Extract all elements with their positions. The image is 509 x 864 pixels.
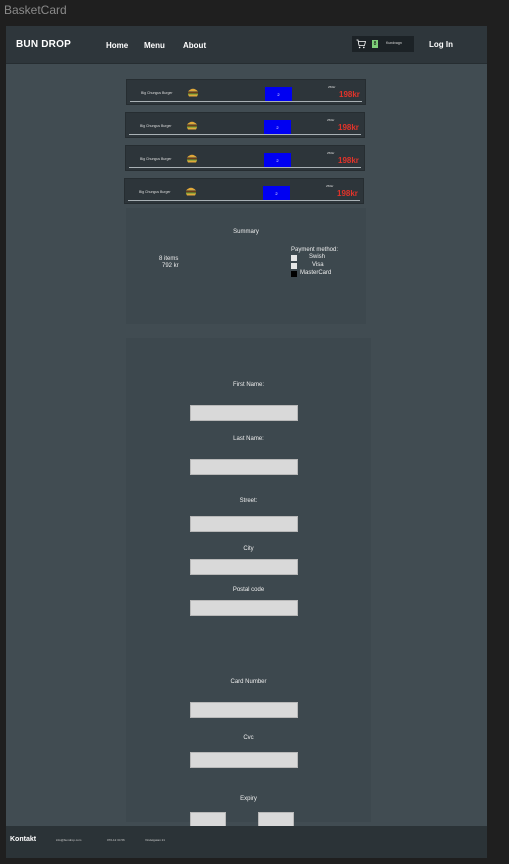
- footer-phone: 070-12 34 56: [107, 838, 125, 842]
- summary-panel: Summary 8 items 792 kr Payment method: S…: [126, 208, 366, 324]
- footer-address: Vindelgatan 21: [145, 838, 165, 842]
- payment-method-title: Payment method:: [291, 247, 339, 253]
- visa-checkbox[interactable]: [291, 263, 297, 269]
- basket-item: Big Chungus Burger 2 250kr 198kr: [125, 112, 365, 138]
- cvc-label: Cvc: [243, 735, 254, 741]
- card-number-input[interactable]: [190, 702, 298, 718]
- swish-label: Swish: [309, 254, 326, 260]
- app-window: BUN DROP Home Menu About 8 Kundvagn Log …: [6, 26, 487, 858]
- burger-icon: [187, 121, 197, 130]
- navbar: BUN DROP Home Menu About 8 Kundvagn Log …: [6, 26, 487, 64]
- expiry-label: Expiry: [240, 796, 257, 802]
- item-divider: [129, 134, 361, 135]
- item-divider: [128, 200, 360, 201]
- footer-title: Kontakt: [10, 836, 37, 843]
- swish-checkbox[interactable]: [291, 255, 297, 261]
- summary-title: Summary: [233, 229, 259, 235]
- visa-label: Visa: [312, 262, 324, 268]
- footer: Kontakt info@bundrop.com 070-12 34 56 Vi…: [6, 826, 487, 858]
- postal-code-label: Postal code: [232, 587, 265, 593]
- footer-email[interactable]: info@bundrop.com: [56, 838, 81, 842]
- item-unit-price: 250kr: [327, 118, 335, 122]
- postal-code-input[interactable]: [190, 600, 298, 616]
- summary-item-count: 8 items: [159, 256, 179, 262]
- basket-item: Big Chungus Burger 2 250kr 198kr: [125, 145, 365, 171]
- item-name: Big Chungus Burger: [140, 157, 172, 161]
- login-link[interactable]: Log In: [429, 40, 453, 49]
- quantity-input[interactable]: 2: [264, 153, 291, 168]
- burger-icon: [188, 88, 198, 97]
- quantity-input[interactable]: 2: [263, 186, 290, 201]
- mastercard-label: MasterCard: [300, 270, 332, 276]
- last-name-label: Last Name:: [233, 436, 264, 442]
- mastercard-checkbox[interactable]: [291, 271, 297, 277]
- street-label: Street:: [239, 498, 258, 504]
- nav-about-link[interactable]: About: [183, 41, 206, 50]
- checkout-form: First Name: Last Name: Street: City Post…: [126, 338, 371, 829]
- burger-icon: [186, 187, 196, 196]
- nav-home-link[interactable]: Home: [106, 41, 128, 50]
- item-unit-price: 250kr: [326, 184, 334, 188]
- frame-title: BasketCard: [4, 3, 67, 17]
- street-input[interactable]: [190, 516, 298, 532]
- item-price: 198kr: [337, 189, 358, 198]
- item-price: 198kr: [338, 123, 359, 132]
- quantity-input[interactable]: 2: [265, 87, 292, 102]
- city-label: City: [243, 546, 254, 552]
- item-price: 198kr: [339, 90, 360, 99]
- summary-total: 792 kr: [162, 263, 179, 269]
- card-number-label: Card Number: [230, 679, 267, 685]
- cart-count-badge: 8: [372, 40, 378, 48]
- basket-item: Big Chungus Burger 2 250kr 198kr: [124, 178, 364, 204]
- item-name: Big Chungus Burger: [140, 124, 172, 128]
- city-input[interactable]: [190, 559, 298, 575]
- item-price: 198kr: [338, 156, 359, 165]
- last-name-input[interactable]: [190, 459, 298, 475]
- item-unit-price: 250kr: [327, 151, 335, 155]
- cart-button[interactable]: 8 Kundvagn: [352, 36, 414, 52]
- cart-icon: [356, 39, 366, 49]
- nav-menu-link[interactable]: Menu: [144, 41, 165, 50]
- basket-item: Big Chungus Burger 2 250kr 198kr: [126, 79, 366, 105]
- first-name-label: First Name:: [232, 382, 264, 388]
- item-divider: [130, 101, 362, 102]
- item-divider: [129, 167, 361, 168]
- burger-icon: [187, 154, 197, 163]
- first-name-input[interactable]: [190, 405, 298, 421]
- cart-label: Kundvagn: [386, 41, 402, 45]
- item-name: Big Chungus Burger: [141, 91, 173, 95]
- brand-logo[interactable]: BUN DROP: [16, 39, 71, 50]
- cvc-input[interactable]: [190, 752, 298, 768]
- item-unit-price: 250kr: [328, 85, 336, 89]
- item-name: Big Chungus Burger: [139, 190, 171, 194]
- quantity-input[interactable]: 2: [264, 120, 291, 135]
